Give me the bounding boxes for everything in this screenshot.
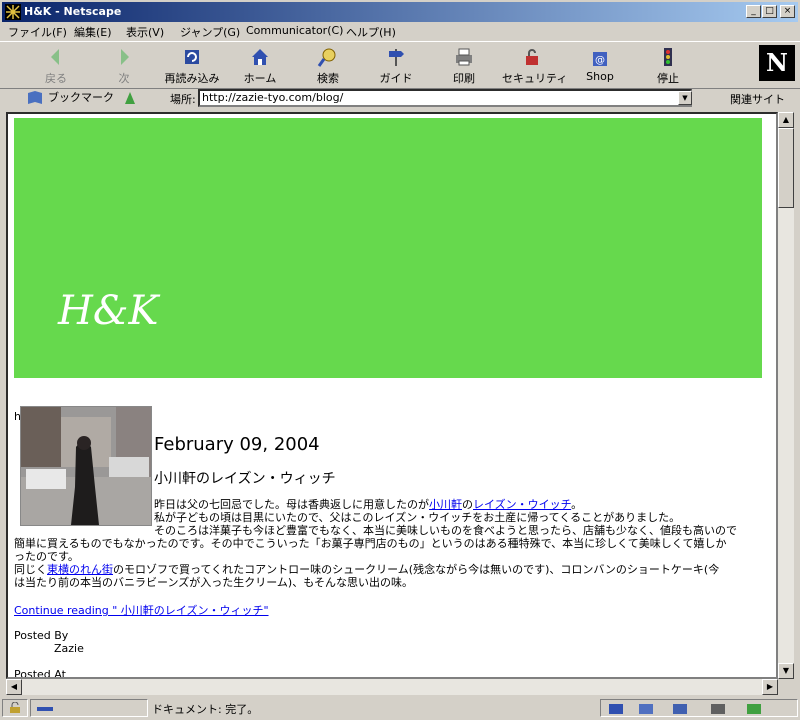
post-paragraph: そのころは洋菓子も今ほど豊富でもなく、本当に美味しいものを食べようと思ったら、店… [154,524,737,537]
guide-signpost-icon [389,49,404,66]
menu-view[interactable]: 表示(V) [126,24,164,40]
page-content: H&K h February 09, 2004 小川軒のレイズン・ウィッチ 昨日… [6,112,778,679]
svg-text:@: @ [595,55,605,66]
page-proxy-icon[interactable] [122,90,138,106]
url-input[interactable]: http://zazie-tyo.com/blog/ [198,89,692,107]
post-paragraph: 昨日は父の七回忌でした。母は香典返しに用意したのが小川軒のレイズン・ウイッチ。 [154,498,583,511]
guide-button[interactable]: ガイド [366,44,426,86]
printer-icon [456,48,472,66]
navigation-toolbar: 戻る 次 再読み込み ホーム 検索 ガイド 印刷 セキュリティ @ Shop 停… [0,41,800,89]
bookmarks-button[interactable]: ブックマーク [48,89,114,105]
close-button[interactable]: × [780,5,795,18]
post-line: は当たり前の本当のバニラビーンズが入った生クリーム)、もそんな思い出の味。 [14,576,413,589]
location-label: 場所: [170,93,196,106]
search-button[interactable]: 検索 [298,44,358,86]
title-bar: H&K - Netscape _ □ × [2,2,798,22]
post-line: ったのです。 [14,550,79,563]
stop-traffic-light-icon [664,48,672,66]
post-date: February 09, 2004 [154,434,320,455]
scroll-left-button[interactable]: ◀ [6,679,22,695]
menu-communicator[interactable]: Communicator(C) [246,24,343,37]
component-icons[interactable] [609,702,789,716]
window-title: H&K - Netscape [24,5,122,18]
lock-icon [526,49,538,65]
menu-bar: ファイル(F) 編集(E) 表示(V) ジャンプ(G) Communicator… [0,22,800,40]
netscape-app-icon [5,4,21,20]
home-button[interactable]: ホーム [230,44,290,86]
status-connection-section [30,699,148,717]
posted-by-label: Posted By [14,629,69,642]
vertical-scrollbar[interactable]: ▲ ▼ [778,112,794,679]
post-line: 簡単に買えるものでもなかったのです。その中でこういった「お菓子専門店のもの」とい… [14,537,727,550]
post-photo [20,406,152,526]
related-sites-label: 関連サイト [730,93,785,106]
horizontal-scrollbar[interactable]: ◀ ▶ [6,679,778,695]
related-sites-button[interactable]: 関連サイト [706,91,785,107]
print-button[interactable]: 印刷 [434,44,494,86]
netscape-logo[interactable]: N [759,45,795,81]
scroll-down-button[interactable]: ▼ [778,663,794,679]
menu-go[interactable]: ジャンプ(G) [180,24,240,40]
posted-at-label: Posted At [14,668,66,679]
post-line: 同じく東横のれん街のモロゾフで買ってくれたコアントロー味のシュークリーム(残念な… [14,563,720,576]
menu-help[interactable]: ヘルプ(H) [346,24,396,40]
post-body-wrap: 簡単に買えるものでもなかったのです。その中でこういった「お菓子専門店のもの」とい… [14,537,770,589]
connection-plug-icon [37,707,53,711]
reload-icon [185,50,199,64]
shop-button[interactable]: @ Shop [570,44,630,86]
maximize-button[interactable]: □ [762,5,777,18]
security-lock-icon [10,702,20,713]
status-text: ドキュメント: 完了。 [152,703,259,716]
post-body: 昨日は父の七回忌でした。母は香典返しに用意したのが小川軒のレイズン・ウイッチ。 … [154,498,766,537]
posted-by-author: Zazie [54,642,84,655]
back-button[interactable]: 戻る [26,44,86,86]
url-dropdown-button[interactable]: ▼ [678,91,692,105]
toyoko-noren-link[interactable]: 東横のれん街 [47,563,113,576]
stop-button[interactable]: 停止 [638,44,698,86]
vertical-scroll-thumb[interactable] [778,128,794,208]
scroll-right-button[interactable]: ▶ [762,679,778,695]
post-paragraph: 私が子どもの頃は目黒にいたので、父はこのレイズン・ウイッチをお土産に帰ってくるこ… [154,511,681,524]
scroll-up-button[interactable]: ▲ [778,112,794,128]
shop-bag-icon: @ [593,52,607,66]
bookmark-icon [28,91,42,104]
minimize-button[interactable]: _ [746,5,761,18]
reload-button[interactable]: 再読み込み [162,44,222,86]
component-bar [600,699,798,717]
ogawaken-link[interactable]: 小川軒 [429,498,462,511]
search-icon [317,48,336,67]
street-photo-image [21,407,151,525]
site-logo: H&K [58,288,159,334]
forward-button[interactable]: 次 [94,44,154,86]
header-banner: H&K [14,118,762,378]
menu-file[interactable]: ファイル(F) [8,24,67,40]
raisin-wich-link[interactable]: レイズン・ウイッチ [473,498,571,511]
home-icon [252,49,268,65]
status-security-section[interactable] [2,699,28,717]
security-button[interactable]: セキュリティ [502,44,567,86]
browser-window: H&K - Netscape _ □ × ファイル(F) 編集(E) 表示(V)… [0,0,800,720]
back-arrow-icon [51,49,59,65]
post-title: 小川軒のレイズン・ウィッチ [154,471,336,487]
menu-edit[interactable]: 編集(E) [74,24,112,40]
continue-reading-link[interactable]: Continue reading " 小川軒のレイズン・ウィッチ" [14,602,269,618]
forward-arrow-icon [121,49,129,65]
status-bar: ドキュメント: 完了。 [0,697,800,720]
